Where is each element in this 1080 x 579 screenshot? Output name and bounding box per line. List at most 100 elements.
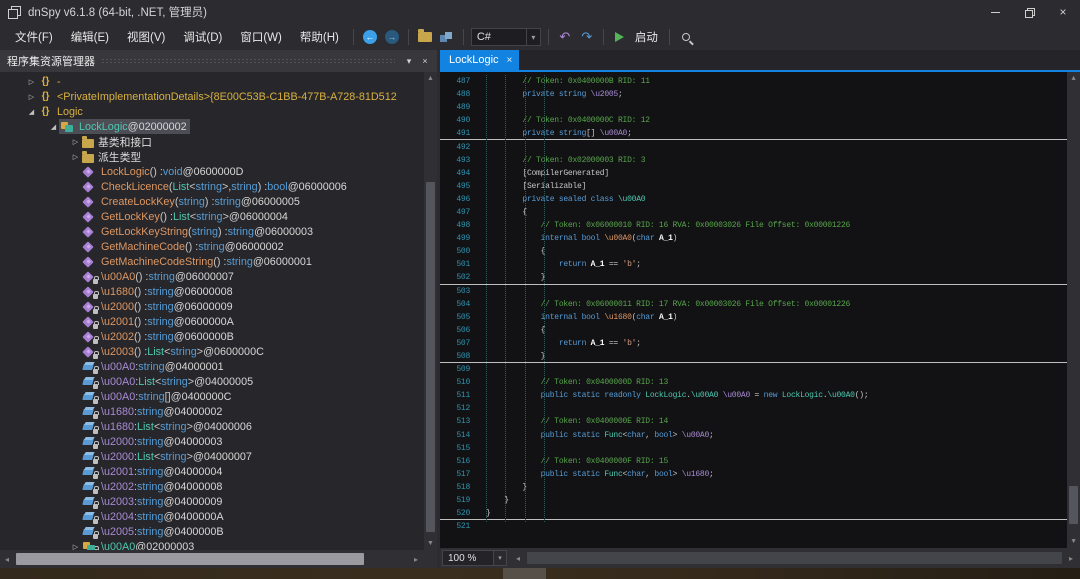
expander-icon[interactable]: ◢ — [26, 108, 37, 116]
indent-guide — [486, 75, 487, 522]
reload-assemblies-button[interactable] — [436, 27, 458, 47]
tree-item[interactable]: ▷派生类型 — [0, 149, 437, 164]
editor-hscrollbar-thumb[interactable] — [527, 552, 1062, 564]
tree-item[interactable]: \u1680 : List<string> @04000006 — [0, 419, 437, 434]
tree-item[interactable]: CreateLockKey(string) : string @06000005 — [0, 194, 437, 209]
code-lines: 487 // Token: 0x0400000B RID: 11488 priv… — [440, 75, 1080, 533]
expander-icon[interactable]: ▷ — [70, 153, 81, 161]
editor-scrollbar-thumb[interactable] — [1069, 486, 1078, 524]
tree-horizontal-scrollbar[interactable]: ◂ ▸ — [0, 550, 437, 568]
field-icon — [82, 496, 97, 508]
redo-button[interactable]: ↷ — [576, 27, 598, 47]
tree-item[interactable]: GetLockKeyString(string) : string @06000… — [0, 224, 437, 239]
expander-icon[interactable]: ▷ — [26, 78, 37, 86]
undo-button[interactable]: ↶ — [554, 27, 576, 47]
menu-window[interactable]: 窗口(W) — [231, 25, 291, 49]
tree-item[interactable]: ▷基类和接口 — [0, 134, 437, 149]
tree-item[interactable]: \u2003() : List<string> @0600000C — [0, 344, 437, 359]
line-number: 513 — [440, 417, 470, 426]
taskbar-button[interactable] — [503, 568, 546, 579]
code-line: 492 — [440, 140, 1080, 153]
tree-item[interactable]: ▷\u00A0 @02000003 — [0, 539, 437, 550]
language-combobox[interactable]: C# ▾ — [471, 28, 541, 46]
tree-item[interactable]: \u2000 : List<string> @04000007 — [0, 449, 437, 464]
expander-icon[interactable]: ▷ — [70, 138, 81, 146]
menu-help[interactable]: 帮助(H) — [291, 25, 348, 49]
lock-badge-icon — [93, 444, 98, 449]
expander-icon[interactable]: ◢ — [48, 123, 59, 131]
scroll-up-icon[interactable]: ▲ — [424, 72, 437, 85]
menu-debug[interactable]: 调试(D) — [174, 25, 231, 49]
line-number: 505 — [440, 313, 470, 322]
tree-item[interactable]: \u1680 : string @04000002 — [0, 404, 437, 419]
expander-icon[interactable]: ▷ — [26, 93, 37, 101]
scroll-up-icon[interactable]: ▲ — [1067, 72, 1080, 85]
line-number: 512 — [440, 404, 470, 413]
zoom-dropdown-button[interactable]: ▾ — [494, 550, 507, 566]
scroll-left-icon[interactable]: ◂ — [511, 548, 525, 568]
tab-close-icon[interactable]: × — [507, 55, 513, 66]
method-icon — [82, 211, 97, 223]
menu-file[interactable]: 文件(F) — [6, 25, 62, 49]
panel-close-button[interactable]: × — [417, 53, 433, 69]
tree-item[interactable]: CheckLicence(List<string>, string) : boo… — [0, 179, 437, 194]
tree-item[interactable]: \u2000() : string @06000009 — [0, 299, 437, 314]
tree-item[interactable]: \u00A0 : string @04000001 — [0, 359, 437, 374]
navigate-back-button[interactable]: ← — [359, 27, 381, 47]
indent-guide — [505, 75, 506, 522]
zoom-level-combobox[interactable]: 100 % — [442, 550, 494, 566]
tree-item[interactable]: \u00A0 : string[] @0400000C — [0, 389, 437, 404]
tree-item[interactable]: \u2002 : string @04000008 — [0, 479, 437, 494]
line-number: 510 — [440, 378, 470, 387]
minimize-button[interactable] — [978, 0, 1012, 24]
toolbar-separator — [353, 29, 354, 45]
editor-horizontal-scrollbar[interactable]: ◂ ▸ — [511, 548, 1080, 568]
start-debugging-button[interactable] — [609, 27, 631, 47]
menu-view[interactable]: 视图(V) — [118, 25, 174, 49]
tree-item[interactable]: \u1680() : string @06000008 — [0, 284, 437, 299]
restore-button[interactable] — [1012, 0, 1046, 24]
tree-item[interactable]: \u2005 : string @0400000B — [0, 524, 437, 539]
open-file-button[interactable] — [414, 27, 436, 47]
tree-vertical-scrollbar[interactable]: ▲ ▼ — [424, 72, 437, 550]
tree-item[interactable]: \u2001() : string @0600000A — [0, 314, 437, 329]
assembly-tree[interactable]: ▷{}-▷{}<PrivateImplementationDetails>{8E… — [0, 72, 437, 550]
tree-item[interactable]: ▷{}- — [0, 74, 437, 89]
tree-item[interactable]: \u2003 : string @04000009 — [0, 494, 437, 509]
tree-item[interactable]: ▷{}<PrivateImplementationDetails>{8E00C5… — [0, 89, 437, 104]
expander-icon[interactable]: ▷ — [70, 543, 81, 551]
tree-item[interactable]: ◢LockLogic @02000002 — [0, 119, 437, 134]
indent-guide — [525, 75, 526, 522]
tree-item[interactable]: \u2000 : string @04000003 — [0, 434, 437, 449]
scroll-down-icon[interactable]: ▼ — [424, 537, 437, 550]
line-number: 515 — [440, 444, 470, 453]
navigate-forward-button[interactable]: → — [381, 27, 403, 47]
tree-item[interactable]: GetLockKey() : List<string> @06000004 — [0, 209, 437, 224]
tree-item[interactable]: \u2002() : string @0600000B — [0, 329, 437, 344]
tree-item[interactable]: GetMachineCode() : string @06000002 — [0, 239, 437, 254]
tree-item[interactable]: \u00A0 : List<string> @04000005 — [0, 374, 437, 389]
editor-vertical-scrollbar[interactable]: ▲ ▼ — [1067, 72, 1080, 548]
close-button[interactable]: × — [1046, 0, 1080, 24]
line-number: 487 — [440, 77, 470, 86]
tree-item[interactable]: GetMachineCodeString() : string @0600000… — [0, 254, 437, 269]
tree-item[interactable]: \u00A0() : string @06000007 — [0, 269, 437, 284]
scroll-down-icon[interactable]: ▼ — [1067, 535, 1080, 548]
tree-scrollbar-thumb[interactable] — [426, 182, 435, 532]
code-line: 489 — [440, 101, 1080, 114]
menu-edit[interactable]: 编辑(E) — [62, 25, 118, 49]
method-icon — [82, 301, 97, 313]
code-editor[interactable]: 487 // Token: 0x0400000B RID: 11488 priv… — [440, 72, 1080, 548]
search-button[interactable] — [675, 27, 697, 47]
tree-item[interactable]: \u2001 : string @04000004 — [0, 464, 437, 479]
scroll-right-icon[interactable]: ▸ — [1064, 548, 1078, 568]
tree-item[interactable]: \u2004 : string @0400000A — [0, 509, 437, 524]
tree-hscrollbar-thumb[interactable] — [16, 553, 364, 565]
scroll-left-icon[interactable]: ◂ — [0, 550, 14, 568]
panel-menu-button[interactable]: ▾ — [401, 53, 417, 69]
scroll-right-icon[interactable]: ▸ — [409, 550, 423, 568]
tab-locklogic[interactable]: LockLogic × — [440, 50, 519, 70]
tree-item[interactable]: ◢{}Logic — [0, 104, 437, 119]
start-label[interactable]: 启动 — [631, 29, 664, 45]
tree-item[interactable]: LockLogic() : void @0600000D — [0, 164, 437, 179]
